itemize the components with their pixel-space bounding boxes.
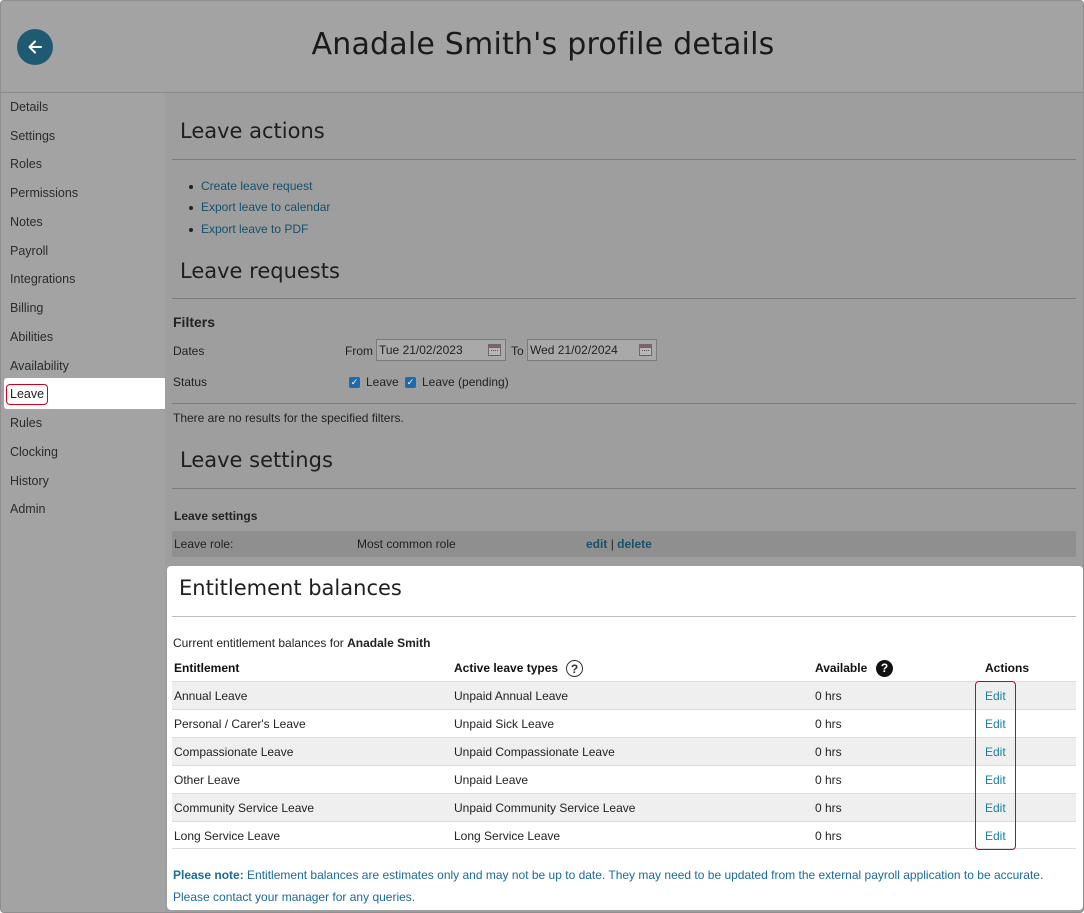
available-cell: 0 hrs: [815, 745, 842, 759]
from-date-input[interactable]: Tue 21/02/2023: [376, 339, 506, 361]
available-cell: 0 hrs: [815, 801, 842, 815]
to-date-value: Wed 21/02/2024: [530, 343, 618, 357]
delete-role-link[interactable]: delete: [617, 537, 652, 551]
table-row: Annual Leave Unpaid Annual Leave 0 hrs E…: [172, 681, 1076, 709]
sidebar-item-clocking[interactable]: Clocking: [10, 442, 58, 462]
leave-type-cell: Unpaid Sick Leave: [454, 717, 555, 731]
sidebar-item-settings[interactable]: Settings: [10, 126, 55, 146]
entitlement-cell: Compassionate Leave: [174, 745, 294, 759]
help-icon[interactable]: ?: [566, 660, 583, 677]
from-label: From: [345, 344, 373, 358]
entitlement-cell: Annual Leave: [174, 689, 248, 703]
page-title: Anadale Smith's profile details: [311, 27, 775, 62]
leave-role-value: Most common role: [357, 537, 456, 551]
page-header: Anadale Smith's profile details: [1, 1, 1083, 93]
edit-actions-highlight: [975, 681, 1016, 850]
note-text: Entitlement balances are estimates only …: [173, 868, 1044, 904]
divider: [172, 616, 1076, 617]
column-header-entitlement: Entitlement: [174, 661, 240, 675]
sidebar-item-abilities[interactable]: Abilities: [10, 327, 53, 347]
available-cell: 0 hrs: [815, 829, 842, 843]
entitlement-balances-panel: Entitlement balances Current entitlement…: [167, 566, 1083, 910]
leave-type-cell: Unpaid Leave: [454, 773, 529, 787]
note-label: Please note:: [173, 868, 244, 882]
sidebar-item-roles[interactable]: Roles: [10, 154, 42, 174]
note-message: Please note: Entitlement balances are es…: [173, 864, 1073, 908]
sidebar-item-integrations[interactable]: Integrations: [10, 269, 75, 289]
entitlement-cell: Personal / Carer's Leave: [174, 717, 306, 731]
sidebar-item-admin[interactable]: Admin: [10, 499, 45, 519]
table-row: Personal / Carer's Leave Unpaid Sick Lea…: [172, 709, 1076, 737]
sidebar-item-history[interactable]: History: [10, 471, 49, 491]
edit-role-link[interactable]: edit: [586, 537, 607, 551]
dates-label: Dates: [173, 344, 205, 358]
sidebar-item-leave[interactable]: Leave: [6, 384, 49, 405]
app-window: Anadale Smith's profile details Details …: [0, 0, 1084, 913]
employee-name: Anadale Smith: [347, 636, 431, 650]
divider: [172, 403, 1076, 404]
sidebar: Details Settings Roles Permissions Notes…: [1, 93, 165, 912]
leave-settings-table-heading: Leave settings: [174, 509, 258, 523]
leave-pending-checkbox-label: Leave (pending): [422, 375, 509, 389]
leave-type-cell: Unpaid Compassionate Leave: [454, 745, 615, 759]
entitlement-intro: Current entitlement balances for Anadale…: [173, 636, 430, 650]
leave-pending-checkbox[interactable]: ✓: [405, 377, 416, 388]
create-leave-request-link[interactable]: Create leave request: [188, 179, 312, 193]
divider: [172, 488, 1076, 489]
status-label: Status: [173, 375, 208, 389]
leave-type-cell: Long Service Leave: [454, 829, 561, 843]
available-cell: 0 hrs: [815, 689, 842, 703]
leave-checkbox-label: Leave: [366, 375, 399, 389]
column-header-available: Available: [815, 661, 868, 675]
sidebar-item-payroll[interactable]: Payroll: [10, 241, 48, 261]
table-row: Community Service Leave Unpaid Community…: [172, 793, 1076, 821]
table-row: Long Service Leave Long Service Leave 0 …: [172, 821, 1076, 849]
leave-checkbox[interactable]: ✓: [349, 377, 360, 388]
to-label: To: [511, 344, 524, 358]
entitlement-cell: Long Service Leave: [174, 829, 281, 843]
sidebar-item-availability[interactable]: Availability: [10, 356, 69, 376]
entitlement-balances-title: Entitlement balances: [179, 576, 402, 600]
to-date-input[interactable]: Wed 21/02/2024: [527, 339, 657, 361]
calendar-icon[interactable]: [488, 344, 501, 356]
column-header-active-leave-types: Active leave types: [454, 661, 559, 675]
entitlement-cell: Other Leave: [174, 773, 241, 787]
entitlement-cell: Community Service Leave: [174, 801, 315, 815]
table-row: Compassionate Leave Unpaid Compassionate…: [172, 737, 1076, 765]
leave-role-row: Leave role: Most common role edit | dele…: [172, 531, 1076, 557]
leave-type-cell: Unpaid Annual Leave: [454, 689, 569, 703]
from-date-value: Tue 21/02/2023: [379, 343, 463, 357]
leave-role-label: Leave role:: [174, 537, 234, 551]
entitlement-intro-text: Current entitlement balances for: [173, 636, 344, 650]
calendar-icon[interactable]: [639, 344, 652, 356]
leave-actions-title: Leave actions: [180, 119, 325, 143]
export-calendar-link[interactable]: Export leave to calendar: [188, 200, 330, 214]
help-icon[interactable]: ?: [876, 660, 893, 677]
leave-requests-title: Leave requests: [180, 259, 340, 283]
sidebar-item-billing[interactable]: Billing: [10, 298, 43, 318]
sidebar-item-permissions[interactable]: Permissions: [10, 183, 78, 203]
leave-settings-title: Leave settings: [180, 448, 333, 472]
divider: [172, 159, 1076, 160]
separator: |: [610, 537, 614, 551]
leave-type-cell: Unpaid Community Service Leave: [454, 801, 636, 815]
available-cell: 0 hrs: [815, 773, 842, 787]
sidebar-item-notes[interactable]: Notes: [10, 212, 43, 232]
no-results-message: There are no results for the specified f…: [173, 411, 404, 425]
table-row: Other Leave Unpaid Leave 0 hrs Edit: [172, 765, 1076, 793]
filters-heading: Filters: [173, 314, 216, 330]
available-cell: 0 hrs: [815, 717, 842, 731]
sidebar-item-rules[interactable]: Rules: [10, 413, 42, 433]
column-header-actions: Actions: [985, 661, 1030, 675]
export-pdf-link[interactable]: Export leave to PDF: [188, 222, 308, 236]
sidebar-item-details[interactable]: Details: [10, 97, 48, 117]
divider: [172, 298, 1076, 299]
